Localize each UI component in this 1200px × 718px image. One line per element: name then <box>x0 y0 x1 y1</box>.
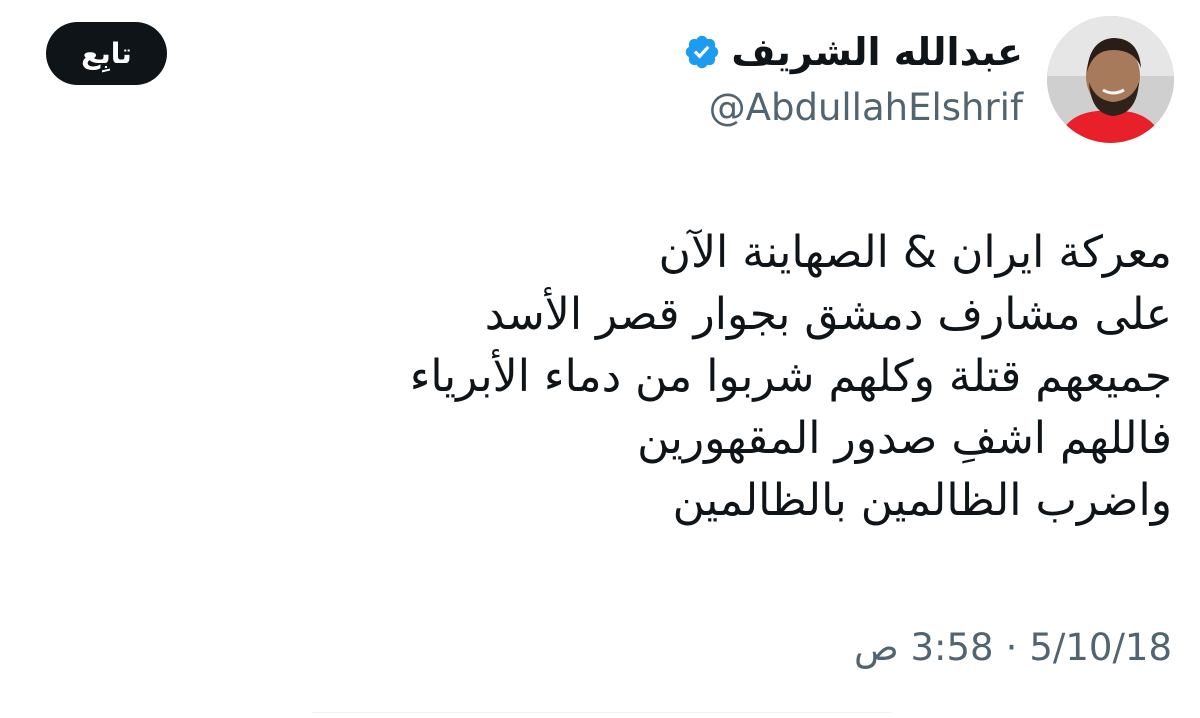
tweet-line: معركة ايران & الصهاينة الآن <box>658 227 1172 278</box>
tweet-line: فاللهم اشفِ صدور المقهورين <box>637 413 1172 464</box>
author-handle[interactable]: @AbdullahElshrif <box>709 84 1023 132</box>
follow-button[interactable]: تابِع <box>46 22 167 85</box>
tweet-line: على مشارف دمشق بجوار قصر الأسد <box>484 289 1172 340</box>
follow-button-label: تابِع <box>81 37 132 70</box>
avatar[interactable] <box>1047 16 1174 143</box>
tweet-text: معركة ايران & الصهاينة الآن على مشارف دم… <box>172 222 1172 532</box>
timestamp-separator: · <box>1005 626 1018 669</box>
tweet-date[interactable]: 5/10/18 <box>1029 624 1172 672</box>
author-name-row[interactable]: عبدالله الشريف <box>683 28 1023 76</box>
tweet-line: جميعهم قتلة وكلهم شربوا من دماء الأبرياء <box>409 351 1172 402</box>
tweet-card: تابِع عبدالله الشريف @AbdullahElshrif مع… <box>0 0 1200 718</box>
tweet-line: واضرب الظالمين بالظالمين <box>672 475 1172 526</box>
tweet-time[interactable]: 3:58 ص <box>854 624 994 672</box>
tweet-timestamp[interactable]: 3:58 ص · 5/10/18 <box>854 624 1172 672</box>
avatar-image <box>1047 16 1174 143</box>
divider <box>312 712 892 718</box>
verified-badge-icon <box>686 35 719 69</box>
author-name[interactable]: عبدالله الشريف <box>731 28 1023 76</box>
